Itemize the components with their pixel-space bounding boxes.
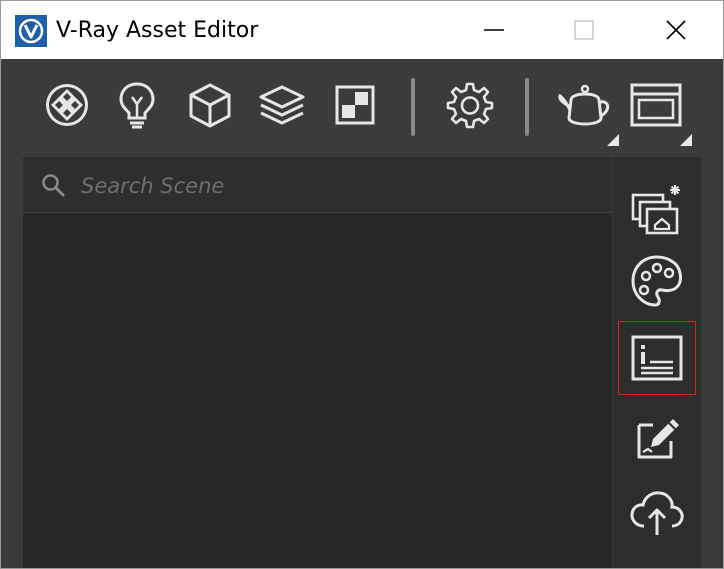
textures-icon[interactable]: [327, 77, 383, 133]
right-sidebar: [613, 157, 701, 568]
search-icon: [42, 174, 65, 197]
vray-logo: [15, 15, 47, 47]
asset-info-icon: [631, 335, 683, 381]
lights-icon[interactable]: [109, 77, 165, 133]
edit-asset-button[interactable]: [619, 401, 695, 473]
cloud-upload-button[interactable]: [619, 477, 695, 549]
palette-icon: [631, 255, 682, 307]
search-bar: [23, 157, 612, 213]
search-input[interactable]: [79, 170, 583, 202]
toolbar-separator: [525, 78, 529, 136]
cloud-upload-icon: [630, 491, 684, 535]
toolbar: [1, 59, 723, 156]
palette-button[interactable]: [619, 245, 695, 317]
title-bar: V-Ray Asset Editor: [1, 1, 723, 59]
app-window: V-Ray Asset Editor: [0, 0, 724, 569]
teapot-dropdown-indicator[interactable]: [607, 134, 619, 146]
close-button[interactable]: [628, 1, 723, 59]
toolbar-separator: [411, 78, 415, 136]
frame-buffer-icon[interactable]: [628, 77, 684, 133]
create-asset-icon: [631, 185, 680, 235]
scene-tree: [23, 213, 612, 568]
minimize-button[interactable]: [446, 1, 542, 59]
frame-buffer-dropdown-indicator[interactable]: [680, 134, 692, 146]
settings-icon[interactable]: [442, 77, 498, 133]
render-elements-icon[interactable]: [254, 77, 310, 133]
edit-asset-icon: [637, 419, 679, 459]
scene-panel: [23, 157, 612, 568]
close-icon: [666, 20, 686, 40]
minimize-icon: [484, 29, 504, 31]
materials-icon[interactable]: [39, 77, 95, 133]
window-title: V-Ray Asset Editor: [56, 18, 259, 43]
render-teapot-icon[interactable]: [557, 77, 613, 133]
geometry-icon[interactable]: [182, 77, 238, 133]
asset-info-button[interactable]: [618, 321, 696, 395]
create-asset-button[interactable]: [619, 173, 695, 245]
maximize-button[interactable]: [536, 1, 632, 59]
maximize-icon: [574, 20, 594, 40]
